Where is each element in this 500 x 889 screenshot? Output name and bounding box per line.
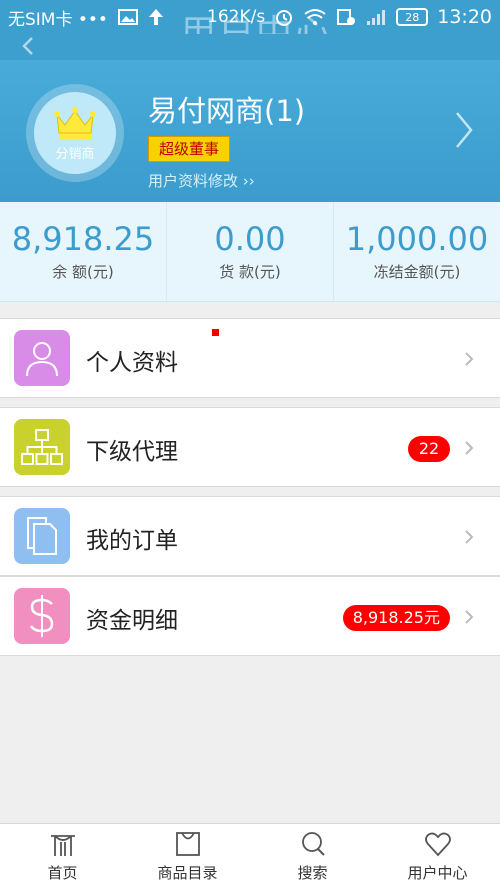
menu-item-profile[interactable]: 个人资料 bbox=[0, 318, 500, 398]
crown-icon bbox=[54, 106, 96, 139]
heart-icon bbox=[424, 832, 451, 857]
menu-label: 资金明细 bbox=[86, 608, 178, 634]
person-icon bbox=[26, 342, 58, 377]
user-header[interactable]: 分销商 易付网商(1) 超级董事 用户资料修改 ›› bbox=[0, 34, 500, 202]
balance-summary: 8,918.25 余 额(元) 0.00 货 款(元) 1,000.00 冻结金… bbox=[0, 202, 500, 302]
nav-home[interactable]: 首页 bbox=[0, 824, 125, 889]
chevron-right-icon bbox=[465, 352, 474, 366]
frozen-item[interactable]: 1,000.00 冻结金额(元) bbox=[334, 202, 500, 301]
edit-profile-link[interactable]: 用户资料修改 ›› bbox=[148, 170, 255, 191]
frozen-label: 冻结金额(元) bbox=[373, 263, 461, 281]
nav-catalog[interactable]: 商品目录 bbox=[125, 824, 250, 889]
chevron-right-icon bbox=[465, 530, 474, 544]
frozen-value: 1,000.00 bbox=[345, 220, 489, 258]
chevron-right-icon bbox=[465, 441, 474, 455]
dollar-icon bbox=[29, 595, 54, 637]
chevron-right-icon bbox=[465, 610, 474, 624]
alarm-icon bbox=[276, 10, 293, 26]
home-icon bbox=[50, 835, 75, 856]
avatar-label: 分销商 bbox=[55, 146, 95, 162]
chevron-right-icon[interactable] bbox=[454, 110, 474, 150]
balance-value: 8,918.25 bbox=[11, 220, 155, 258]
payment-value: 0.00 bbox=[214, 220, 286, 258]
title-bar bbox=[0, 34, 500, 60]
balance-label: 余 额(元) bbox=[52, 263, 114, 281]
balance-item[interactable]: 8,918.25 余 额(元) bbox=[0, 202, 167, 301]
avatar[interactable]: 分销商 bbox=[34, 92, 116, 174]
org-chart-icon bbox=[21, 429, 63, 465]
menu-item-funds[interactable]: 资金明细 8,918.25元 bbox=[0, 576, 500, 656]
payment-item[interactable]: 0.00 货 款(元) bbox=[167, 202, 334, 301]
menu-label: 下级代理 bbox=[86, 439, 178, 465]
bottom-nav: 首页 商品目录 搜索 用户中心 bbox=[0, 823, 500, 889]
search-icon bbox=[301, 832, 325, 856]
clock: 13:20 bbox=[437, 6, 492, 28]
catalog-icon bbox=[175, 832, 200, 856]
menu-item-subagents[interactable]: 下级代理 22 bbox=[0, 407, 500, 487]
payment-label: 货 款(元) bbox=[219, 263, 281, 281]
menu-icon-bg bbox=[14, 330, 70, 386]
menu-item-orders[interactable]: 我的订单 bbox=[0, 496, 500, 576]
user-name: 易付网商(1) bbox=[148, 94, 306, 128]
status-bar: 无SIM卡 ••• 162K/s 28 13:20 用户中心 bbox=[0, 0, 500, 34]
count-badge: 22 bbox=[408, 436, 450, 462]
signal-icon bbox=[367, 10, 386, 25]
sim-blocked-icon bbox=[337, 9, 356, 25]
documents-icon bbox=[27, 517, 57, 555]
back-arrow-icon[interactable] bbox=[14, 34, 44, 58]
amount-badge: 8,918.25元 bbox=[342, 605, 450, 631]
menu-icon-bg bbox=[14, 588, 70, 644]
nav-label: 用户中心 bbox=[407, 864, 468, 882]
notification-dot bbox=[212, 329, 219, 336]
upload-arrow-icon bbox=[148, 9, 163, 25]
menu-label: 个人资料 bbox=[86, 350, 178, 376]
nav-search[interactable]: 搜索 bbox=[250, 824, 375, 889]
nav-label: 首页 bbox=[47, 864, 78, 882]
battery-icon: 28 bbox=[396, 8, 429, 26]
rank-badge: 超级董事 bbox=[148, 136, 231, 162]
menu-icon-bg bbox=[14, 508, 70, 564]
wifi-icon bbox=[304, 9, 326, 25]
nav-label: 搜索 bbox=[297, 864, 328, 882]
nav-user-center[interactable]: 用户中心 bbox=[375, 824, 500, 889]
nav-label: 商品目录 bbox=[157, 864, 218, 882]
menu-icon-bg bbox=[14, 419, 70, 475]
network-speed: 162K/s bbox=[207, 7, 266, 27]
menu-label: 我的订单 bbox=[86, 528, 178, 554]
image-icon bbox=[117, 9, 138, 25]
carrier-text: 无SIM卡 ••• bbox=[8, 9, 108, 30]
